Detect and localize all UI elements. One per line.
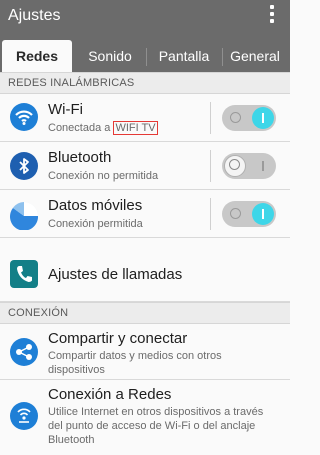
- tab-divider: [222, 48, 223, 66]
- toggle-off-mark: [230, 112, 241, 123]
- mobile-data-icon: [10, 202, 39, 231]
- wifi-subtitle-prefix: Conectada a: [48, 122, 114, 134]
- divider: [210, 198, 211, 230]
- mobile-data-subtitle: Conexión permitida: [48, 218, 143, 230]
- wifi-toggle[interactable]: [222, 105, 276, 131]
- wifi-title: Wi-Fi: [48, 101, 83, 118]
- bluetooth-icon: [10, 152, 38, 180]
- mobile-data-row[interactable]: Datos móviles Conexión permitida: [0, 190, 290, 238]
- mobile-data-title: Datos móviles: [48, 197, 143, 214]
- divider: [210, 102, 211, 134]
- share-connect-row[interactable]: Compartir y conectar Compartir datos y m…: [0, 324, 290, 380]
- app-bar: Ajustes: [0, 0, 290, 32]
- section-header-connection: CONEXIÓN: [0, 302, 290, 324]
- bluetooth-row[interactable]: Bluetooth Conexión no permitida: [0, 142, 290, 190]
- share-icon: [10, 338, 38, 366]
- tethering-subtitle: Utilice Internet en otros dispositivos a…: [48, 406, 264, 446]
- tab-general[interactable]: General: [224, 40, 286, 72]
- wifi-subtitle: Conectada a WIFI TV: [48, 121, 158, 135]
- share-connect-subtitle: Compartir datos y medios con otros dispo…: [48, 350, 222, 376]
- tab-divider: [146, 48, 147, 66]
- bluetooth-title: Bluetooth: [48, 149, 112, 166]
- call-settings-row[interactable]: Ajustes de llamadas: [0, 238, 290, 302]
- section-header-wireless: REDES INALÁMBRICAS: [0, 72, 290, 94]
- tab-pantalla[interactable]: Pantalla: [148, 40, 220, 72]
- wifi-icon: [10, 103, 38, 131]
- call-settings-title: Ajustes de llamadas: [48, 266, 183, 283]
- toggle-off-mark: [229, 159, 240, 170]
- section-title: REDES INALÁMBRICAS: [8, 77, 135, 89]
- wifi-row[interactable]: Wi-Fi Conectada a WIFI TV: [0, 94, 290, 142]
- tethering-title: Conexión a Redes: [48, 386, 172, 403]
- toggle-on-mark: [262, 113, 264, 123]
- tab-sonido[interactable]: Sonido: [76, 40, 144, 72]
- divider: [210, 150, 211, 182]
- phone-icon: [10, 260, 38, 288]
- toggle-off-mark: [230, 208, 241, 219]
- wifi-network-name: WIFI TV: [113, 121, 158, 135]
- bluetooth-toggle[interactable]: [222, 153, 276, 179]
- section-title: CONEXIÓN: [8, 307, 69, 319]
- toggle-on-mark: [262, 209, 264, 219]
- tethering-icon: [10, 402, 38, 430]
- app-title: Ajustes: [8, 7, 61, 24]
- tab-bar: Redes Sonido Pantalla General: [0, 32, 290, 72]
- mobile-data-toggle[interactable]: [222, 201, 276, 227]
- toggle-on-mark: [262, 161, 264, 171]
- tab-redes[interactable]: Redes: [2, 40, 72, 72]
- bluetooth-subtitle: Conexión no permitida: [48, 170, 159, 182]
- overflow-menu-icon[interactable]: [270, 5, 274, 25]
- tethering-row[interactable]: Conexión a Redes Utilice Internet en otr…: [0, 380, 290, 455]
- share-connect-title: Compartir y conectar: [48, 330, 188, 347]
